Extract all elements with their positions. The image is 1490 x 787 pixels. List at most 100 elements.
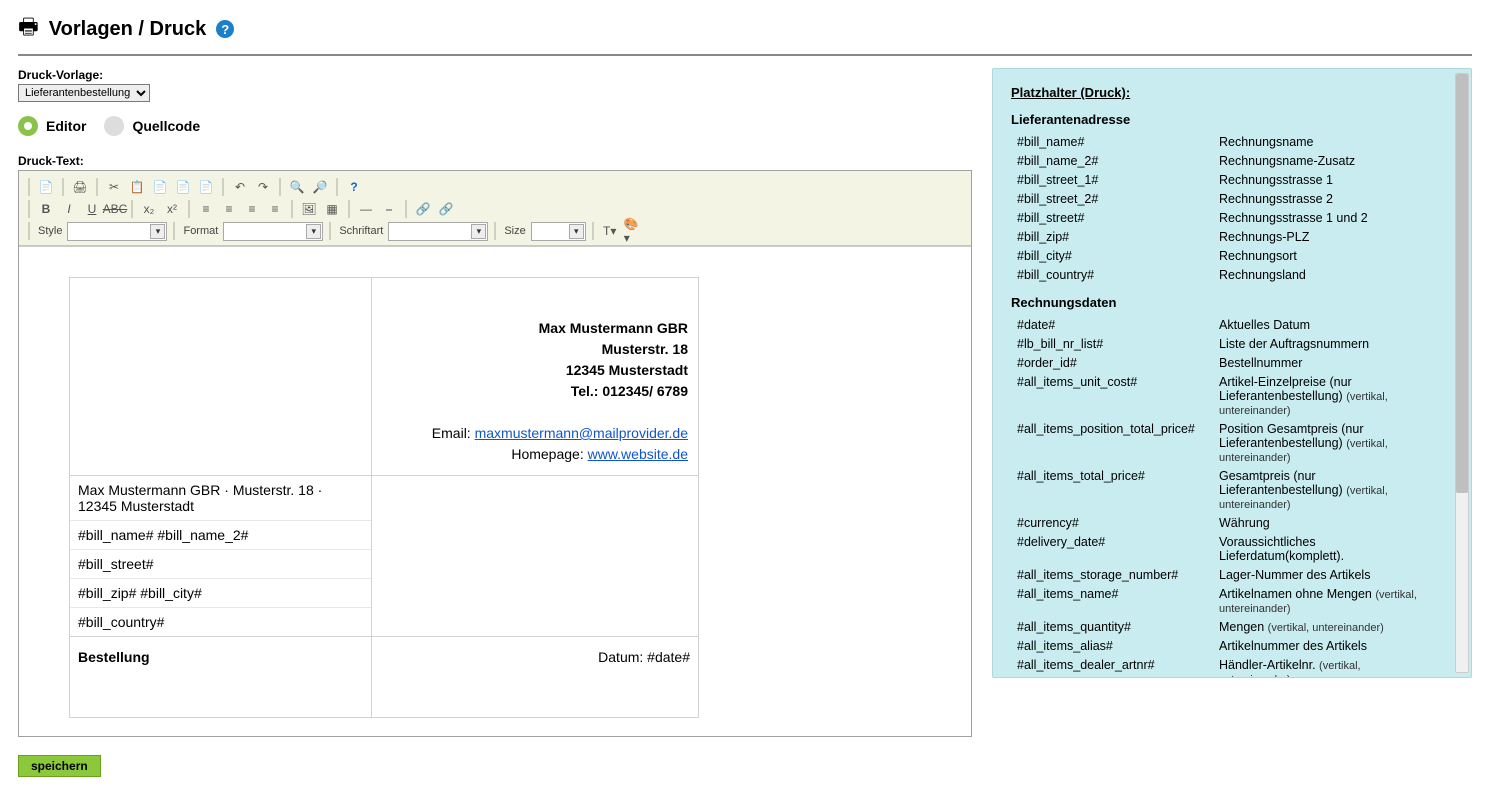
sender-line: Max Mustermann GBR · Musterstr. 18 · 123… bbox=[70, 476, 371, 521]
placeholder-table: #bill_name#Rechnungsname#bill_name_2#Rec… bbox=[1011, 131, 1431, 285]
company-header-cell: Max Mustermann GBR Musterstr. 18 12345 M… bbox=[371, 278, 698, 476]
style-label: Style bbox=[36, 225, 64, 237]
placeholder-desc: Artikelnummer des Artikels bbox=[1215, 637, 1429, 654]
tab-editor-label: Editor bbox=[46, 118, 86, 134]
placeholder-desc: Rechnungsstrasse 1 und 2 bbox=[1215, 209, 1429, 226]
editor-label: Druck-Text: bbox=[18, 154, 972, 168]
hr-icon[interactable]: — bbox=[356, 199, 376, 219]
template-select-group: Druck-Vorlage: Lieferantenbestellung bbox=[18, 68, 972, 102]
placeholder-desc: Rechnungsort bbox=[1215, 247, 1429, 264]
editor-toolbar: 📄 🖨 ✂ 📋 📄 📄 📄 ↶ ↷ 🔍 � bbox=[19, 171, 971, 246]
divider bbox=[18, 54, 1472, 56]
cut-icon[interactable]: ✂ bbox=[104, 177, 124, 197]
placeholder-key: #date# bbox=[1013, 316, 1213, 333]
image-icon[interactable]: 🖼 bbox=[299, 199, 319, 219]
strike-icon[interactable]: ABC bbox=[105, 199, 125, 219]
bill-street-line: #bill_street# bbox=[70, 550, 371, 579]
placeholder-key: #bill_name_2# bbox=[1013, 152, 1213, 169]
placeholder-desc: Bestellnummer bbox=[1215, 354, 1429, 371]
tab-editor[interactable]: Editor bbox=[18, 116, 86, 136]
format-label: Format bbox=[181, 225, 220, 237]
editor-content-area[interactable]: Max Mustermann GBR Musterstr. 18 12345 M… bbox=[19, 246, 971, 736]
sub-icon[interactable]: x₂ bbox=[139, 199, 159, 219]
placeholder-key: #all_items_total_price# bbox=[1013, 467, 1213, 512]
placeholder-desc: Position Gesamtpreis (nur Lieferantenbes… bbox=[1215, 420, 1429, 465]
placeholder-title: Platzhalter (Druck): bbox=[1011, 85, 1449, 100]
help-icon[interactable]: ? bbox=[344, 177, 364, 197]
placeholder-key: #all_items_storage_number# bbox=[1013, 566, 1213, 583]
table-icon[interactable]: ▦ bbox=[322, 199, 342, 219]
placeholder-key: #delivery_date# bbox=[1013, 533, 1213, 564]
placeholder-desc: Rechnungsstrasse 1 bbox=[1215, 171, 1429, 188]
sup-icon[interactable]: x² bbox=[162, 199, 182, 219]
paste-icon[interactable]: 📄 bbox=[150, 177, 170, 197]
text-color-icon[interactable]: T▾ bbox=[600, 221, 620, 241]
placeholder-key: #bill_city# bbox=[1013, 247, 1213, 264]
order-date: Datum: #date# bbox=[371, 637, 698, 678]
placeholder-desc: Gesamtpreis (nur Lieferantenbestellung) … bbox=[1215, 467, 1429, 512]
save-button[interactable]: speichern bbox=[18, 755, 101, 777]
source-icon[interactable]: 📄 bbox=[36, 177, 56, 197]
redo-icon[interactable]: ↷ bbox=[253, 177, 273, 197]
align-left-icon[interactable]: ≡ bbox=[196, 199, 216, 219]
placeholder-key: #all_items_alias# bbox=[1013, 637, 1213, 654]
placeholder-key: #all_items_dealer_artnr# bbox=[1013, 656, 1213, 677]
placeholder-key: #bill_country# bbox=[1013, 266, 1213, 283]
placeholder-key: #bill_name# bbox=[1013, 133, 1213, 150]
email-link[interactable]: maxmustermann@mailprovider.de bbox=[475, 425, 688, 441]
rich-text-editor: 📄 🖨 ✂ 📋 📄 📄 📄 ↶ ↷ 🔍 � bbox=[18, 170, 972, 737]
bold-icon[interactable]: B bbox=[36, 199, 56, 219]
style-select[interactable]: ▾ bbox=[67, 222, 167, 241]
align-right-icon[interactable]: ≡ bbox=[242, 199, 262, 219]
placeholder-key: #bill_street_1# bbox=[1013, 171, 1213, 188]
print-icon: 🖶 bbox=[18, 10, 39, 48]
format-select[interactable]: ▾ bbox=[223, 222, 323, 241]
radio-icon bbox=[18, 116, 38, 136]
placeholder-key: #currency# bbox=[1013, 514, 1213, 531]
paste-word-icon[interactable]: 📄 bbox=[196, 177, 216, 197]
homepage-link[interactable]: www.website.de bbox=[588, 446, 688, 462]
placeholder-key: #order_id# bbox=[1013, 354, 1213, 371]
placeholder-desc: Artikel-Einzelpreise (nur Lieferantenbes… bbox=[1215, 373, 1429, 418]
help-icon[interactable]: ? bbox=[216, 20, 234, 38]
bg-color-icon[interactable]: 🎨▾ bbox=[623, 221, 643, 241]
placeholder-key: #lb_bill_nr_list# bbox=[1013, 335, 1213, 352]
bill-name-line: #bill_name# #bill_name_2# bbox=[70, 521, 371, 550]
align-center-icon[interactable]: ≡ bbox=[219, 199, 239, 219]
font-select[interactable]: ▾ bbox=[388, 222, 488, 241]
page-title: Vorlagen / Druck bbox=[49, 18, 206, 41]
italic-icon[interactable]: I bbox=[59, 199, 79, 219]
placeholder-desc: Händler-Artikelnr. (vertikal, untereinan… bbox=[1215, 656, 1429, 677]
align-justify-icon[interactable]: ≡ bbox=[265, 199, 285, 219]
address-cell: Max Mustermann GBR · Musterstr. 18 · 123… bbox=[70, 476, 372, 637]
scrollbar[interactable] bbox=[1455, 73, 1469, 673]
link-icon[interactable]: 🔗 bbox=[413, 199, 433, 219]
underline-icon[interactable]: U bbox=[82, 199, 102, 219]
unlink-icon[interactable]: 🔗 bbox=[436, 199, 456, 219]
page-header: 🖶 Vorlagen / Druck ? bbox=[18, 10, 1472, 48]
placeholder-desc: Währung bbox=[1215, 514, 1429, 531]
template-table: Max Mustermann GBR Musterstr. 18 12345 M… bbox=[69, 277, 699, 718]
section-invoice-data: Rechnungsdaten bbox=[1011, 295, 1449, 310]
radio-icon bbox=[104, 116, 124, 136]
size-select[interactable]: ▾ bbox=[531, 222, 586, 241]
pagebreak-icon[interactable]: ⎯ bbox=[379, 199, 399, 219]
print-icon[interactable]: 🖨 bbox=[70, 177, 90, 197]
bill-country-line: #bill_country# bbox=[70, 608, 371, 636]
placeholder-table: #date#Aktuelles Datum#lb_bill_nr_list#Li… bbox=[1011, 314, 1431, 677]
find-icon[interactable]: 🔍 bbox=[287, 177, 307, 197]
placeholder-key: #all_items_unit_cost# bbox=[1013, 373, 1213, 418]
undo-icon[interactable]: ↶ bbox=[230, 177, 250, 197]
copy-icon[interactable]: 📋 bbox=[127, 177, 147, 197]
template-select[interactable]: Lieferantenbestellung bbox=[18, 84, 150, 102]
placeholder-desc: Rechnungsname bbox=[1215, 133, 1429, 150]
view-mode-tabs: Editor Quellcode bbox=[18, 116, 972, 136]
font-label: Schriftart bbox=[337, 225, 385, 237]
placeholder-key: #all_items_quantity# bbox=[1013, 618, 1213, 635]
placeholder-key: #bill_street_2# bbox=[1013, 190, 1213, 207]
tab-source[interactable]: Quellcode bbox=[104, 116, 200, 136]
placeholder-key: #all_items_name# bbox=[1013, 585, 1213, 616]
replace-icon[interactable]: 🔎 bbox=[310, 177, 330, 197]
paste-text-icon[interactable]: 📄 bbox=[173, 177, 193, 197]
placeholder-desc: Liste der Auftragsnummern bbox=[1215, 335, 1429, 352]
